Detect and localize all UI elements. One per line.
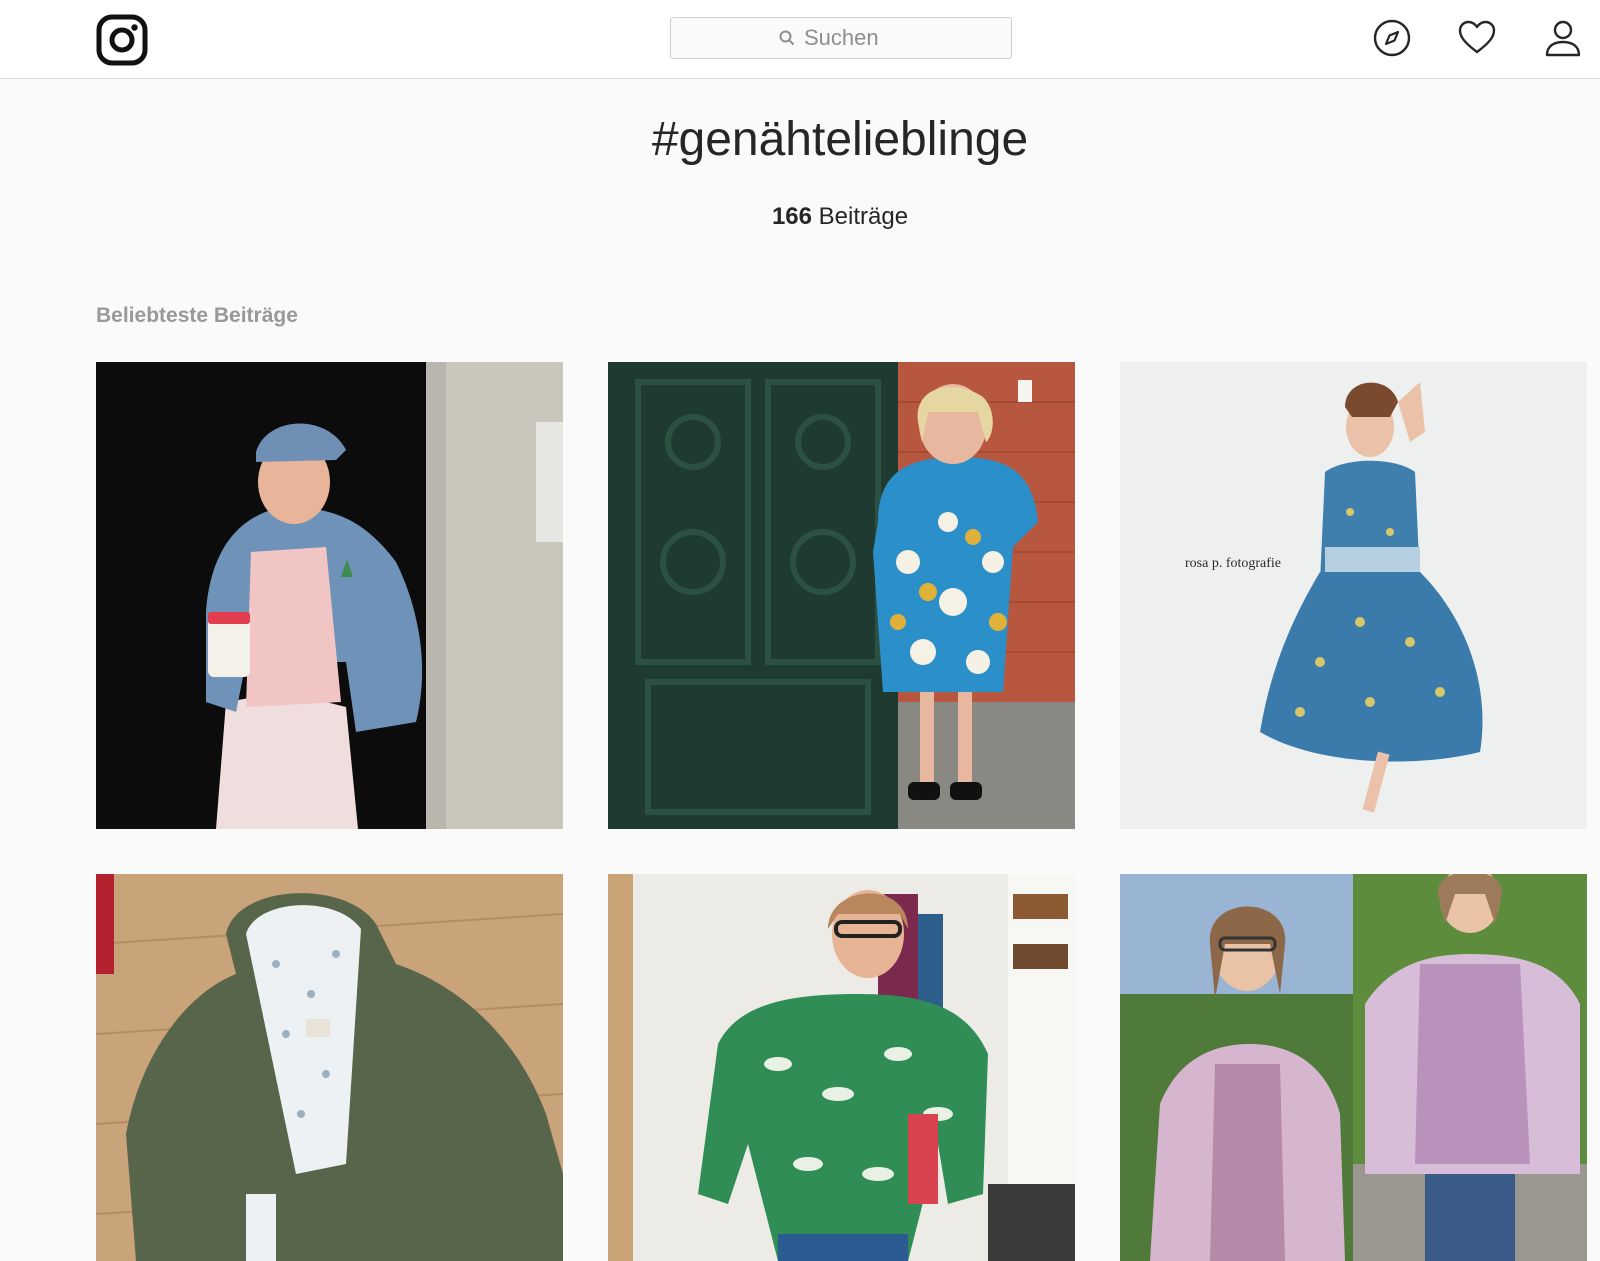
post-image: rosa p. fotografie [1120,362,1587,829]
post-image [96,362,563,829]
hashtag-title: #genähtelieblinge [651,113,1029,166]
post-tile[interactable] [1120,874,1587,1261]
post-image [608,362,1075,829]
post-tile[interactable]: rosa p. fotografie [1120,362,1587,829]
post-image [1120,874,1587,1261]
heart-icon[interactable] [1457,18,1497,58]
top-posts-heading: Beliebteste Beiträge [96,304,298,327]
post-count: 166 Beiträge [0,203,1600,231]
search-icon [779,30,795,46]
post-image [96,874,563,1261]
post-count-number: 166 [771,203,812,230]
post-tile[interactable] [96,362,563,829]
post-count-label: Beiträge [818,203,909,230]
instagram-logo-icon[interactable] [96,14,148,66]
user-icon[interactable] [1543,18,1583,58]
post-tile[interactable] [608,362,1075,829]
post-image [608,874,1075,1261]
post-tile[interactable] [608,874,1075,1261]
search-box[interactable] [670,17,1012,59]
compass-icon[interactable] [1372,18,1412,58]
search-input[interactable] [804,25,904,51]
post-watermark: rosa p. fotografie [1185,556,1281,571]
post-tile[interactable] [96,874,563,1261]
top-navigation-bar [0,0,1600,79]
